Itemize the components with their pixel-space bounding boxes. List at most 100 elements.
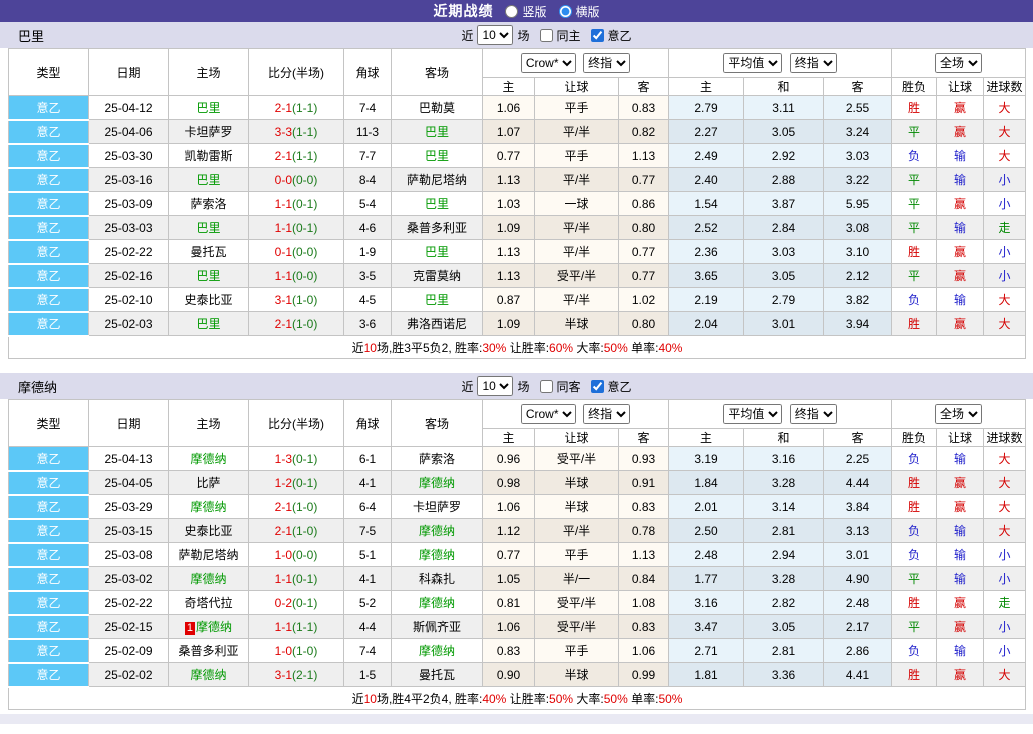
result-handicap: 赢 <box>937 471 984 495</box>
same-away-checkbox[interactable] <box>540 380 553 393</box>
avg-draw-odds: 3.03 <box>744 240 824 264</box>
home-team-name: 史泰比亚 <box>184 524 232 538</box>
result-goals: 小 <box>984 615 1026 639</box>
average-select[interactable]: 平均值 <box>723 404 782 424</box>
halftime-score: (0-0) <box>292 245 317 259</box>
avg-draw-odds: 2.82 <box>744 591 824 615</box>
result-outcome: 负 <box>892 639 937 663</box>
result-handicap: 输 <box>937 567 984 591</box>
vertical-radio[interactable] <box>505 5 518 18</box>
col-date: 日期 <box>89 400 169 447</box>
home-team-cell: 巴里 <box>169 216 249 240</box>
result-goals: 小 <box>984 639 1026 663</box>
fulltime-score: 0-1 <box>275 245 292 259</box>
home-team-name: 巴里 <box>196 173 220 187</box>
date-cell: 25-03-08 <box>89 543 169 567</box>
fulltime-score: 1-1 <box>275 620 292 634</box>
result-outcome: 负 <box>892 519 937 543</box>
crow-handicap: 半球 <box>535 663 619 687</box>
league-checkbox[interactable] <box>591 29 604 42</box>
summary-part: 10 <box>364 341 377 355</box>
score-cell: 3-1(1-0) <box>249 288 344 312</box>
result-handicap: 赢 <box>937 264 984 288</box>
table-row: 意乙25-03-03巴里1-1(0-1)4-6桑普多利亚1.09平/半0.802… <box>9 216 1026 240</box>
halftime-score: (0-0) <box>292 173 317 187</box>
full-match-select[interactable]: 全场 <box>935 404 982 424</box>
fulltime-score: 1-1 <box>275 572 292 586</box>
result-goals: 大 <box>984 471 1026 495</box>
same-home-checkbox[interactable] <box>540 29 553 42</box>
match-count-select[interactable]: 10 <box>477 25 513 45</box>
avg-home-odds: 2.19 <box>669 288 744 312</box>
final-index-select[interactable]: 终指 <box>583 404 630 424</box>
match-count-select[interactable]: 10 <box>477 376 513 396</box>
average-select[interactable]: 平均值 <box>723 53 782 73</box>
subcol-avg-away: 客 <box>824 429 892 447</box>
summary-part: 近 <box>352 692 364 706</box>
final-index-select[interactable]: 终指 <box>583 53 630 73</box>
date-cell: 25-03-29 <box>89 495 169 519</box>
table-row: 意乙25-02-09桑普多利亚1-0(1-0)7-4摩德纳0.83平手1.062… <box>9 639 1026 663</box>
crow-away-odds: 0.83 <box>619 495 669 519</box>
score-cell: 1-2(0-1) <box>249 471 344 495</box>
halftime-score: (1-0) <box>292 644 317 658</box>
league-checkbox[interactable] <box>591 380 604 393</box>
table-row: 意乙25-03-02摩德纳1-1(0-1)4-1科森扎1.05半/一0.841.… <box>9 567 1026 591</box>
avg-away-odds: 4.44 <box>824 471 892 495</box>
games-label: 场 <box>517 27 529 44</box>
bottom-strip <box>0 714 1033 724</box>
result-outcome: 平 <box>892 615 937 639</box>
table-row: 意乙25-04-13摩德纳1-3(0-1)6-1萨索洛0.96受平/半0.933… <box>9 447 1026 471</box>
crow-handicap: 平/半 <box>535 216 619 240</box>
crow-handicap: 平手 <box>535 639 619 663</box>
col-away: 客场 <box>392 49 483 96</box>
score-cell: 2-1(1-0) <box>249 312 344 336</box>
subcol-crow-away: 客 <box>619 429 669 447</box>
fulltime-score: 2-1 <box>275 317 292 331</box>
result-outcome: 胜 <box>892 591 937 615</box>
halftime-score: (1-0) <box>292 524 317 538</box>
final-index-select-2[interactable]: 终指 <box>790 404 837 424</box>
date-cell: 25-04-05 <box>89 471 169 495</box>
team-section-bari: 巴里 近 10 场 同主 意乙 类型 日期 主场 比分(半场) 角球 客场 <box>0 22 1033 359</box>
horizontal-radio[interactable] <box>559 5 572 18</box>
home-team-name: 曼托瓦 <box>190 245 226 259</box>
halftime-score: (1-0) <box>292 317 317 331</box>
date-cell: 25-04-13 <box>89 447 169 471</box>
league-cell: 意乙 <box>9 264 89 288</box>
home-team-cell: 萨索洛 <box>169 192 249 216</box>
halftime-score: (0-1) <box>292 596 317 610</box>
table-row: 意乙25-03-16巴里0-0(0-0)8-4萨勒尼塔纳1.13平/半0.772… <box>9 168 1026 192</box>
avg-draw-odds: 3.14 <box>744 495 824 519</box>
subcol-avg-draw: 和 <box>744 429 824 447</box>
bookmaker-select[interactable]: Crow* <box>521 404 576 424</box>
col-away: 客场 <box>392 400 483 447</box>
result-goals: 大 <box>984 120 1026 144</box>
summary-part: 单率: <box>628 692 659 706</box>
bookmaker-select[interactable]: Crow* <box>521 53 576 73</box>
away-team-cell: 萨勒尼塔纳 <box>392 168 483 192</box>
fulltime-score: 3-3 <box>275 125 292 139</box>
summary-part: 10 <box>364 692 377 706</box>
full-match-select[interactable]: 全场 <box>935 53 982 73</box>
avg-away-odds: 3.01 <box>824 543 892 567</box>
final-index-select-2[interactable]: 终指 <box>790 53 837 73</box>
average-group-header: 平均值 终指 <box>669 400 892 429</box>
avg-home-odds: 3.65 <box>669 264 744 288</box>
crow-away-odds: 0.82 <box>619 120 669 144</box>
crow-home-odds: 1.06 <box>483 96 535 120</box>
away-team-cell: 摩德纳 <box>392 471 483 495</box>
crow-away-odds: 0.80 <box>619 312 669 336</box>
summary-part: 40% <box>482 692 506 706</box>
result-handicap: 赢 <box>937 96 984 120</box>
avg-away-odds: 2.86 <box>824 639 892 663</box>
col-home: 主场 <box>169 49 249 96</box>
score-cell: 2-1(1-0) <box>249 519 344 543</box>
score-cell: 1-1(0-1) <box>249 192 344 216</box>
result-outcome: 平 <box>892 567 937 591</box>
corner-cell: 1-5 <box>344 663 392 687</box>
home-team-cell: 1摩德纳 <box>169 615 249 639</box>
fulltime-score: 2-1 <box>275 524 292 538</box>
table-row: 意乙25-02-151摩德纳1-1(1-1)4-4斯佩齐亚1.06受平/半0.8… <box>9 615 1026 639</box>
away-team-name: 巴里 <box>425 293 449 307</box>
